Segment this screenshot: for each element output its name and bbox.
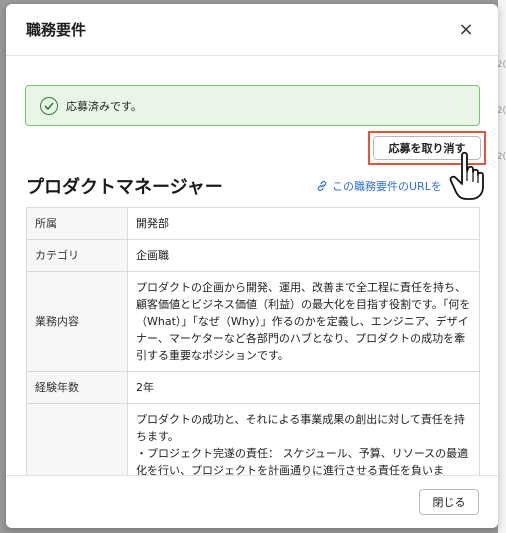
job-details-table: 所属 開発部 カテゴリ 企画職 業務内容 プロダクトの企画から開発、運用、改善ま… [26,207,480,475]
background-text: 2( [496,60,506,70]
table-row: カテゴリ 企画職 [26,239,480,272]
copy-url-link[interactable]: この職務要件のURLを [316,178,442,194]
modal-header: 職務要件 × [6,4,498,56]
row-value: 2年 [127,371,480,404]
table-row: プロダクトの成功と、それによる事業成果の創出に対して責任を持ちます。 ・プロジェ… [26,403,480,475]
row-label: 経験年数 [26,371,128,404]
close-icon[interactable]: × [454,18,478,42]
link-icon [317,180,327,192]
background-page [498,0,506,533]
close-button[interactable]: 閉じる [419,489,479,515]
row-value: 企画職 [127,239,480,272]
check-circle-icon [40,96,58,115]
row-label: カテゴリ [26,239,128,272]
table-row: 所属 開発部 [26,207,480,240]
row-label: 所属 [26,207,128,240]
row-label [26,403,128,475]
row-value: プロダクトの企画から開発、運用、改善まで全工程に責任を持ち、顧客価値とビジネス価… [127,271,480,372]
row-value: 開発部 [127,207,480,240]
row-label: 業務内容 [26,271,128,372]
copy-url-label: この職務要件のURLを [332,180,442,193]
modal-title: 職務要件 [26,21,87,39]
table-row: 経験年数 2年 [26,371,480,404]
applied-alert: 応募済みです。 [25,85,480,126]
background-text: 2( [496,106,506,116]
job-title: プロダクトマネージャー [26,177,223,198]
background-text: 2( [496,152,506,162]
modal-footer: 閉じる [6,475,498,528]
job-requirements-modal: 職務要件 × 応募済みです。 応募を取り消す プロダクトマネージャー この職務要… [6,4,498,528]
row-value: プロダクトの成功と、それによる事業成果の創出に対して責任を持ちます。 ・プロジェ… [127,403,480,475]
pointer-hand-icon [449,151,484,200]
alert-text: 応募済みです。 [66,99,142,113]
modal-body[interactable]: 応募済みです。 応募を取り消す プロダクトマネージャー この職務要件のURLを … [6,57,498,475]
table-row: 業務内容 プロダクトの企画から開発、運用、改善まで全工程に責任を持ち、顧客価値と… [26,271,480,372]
